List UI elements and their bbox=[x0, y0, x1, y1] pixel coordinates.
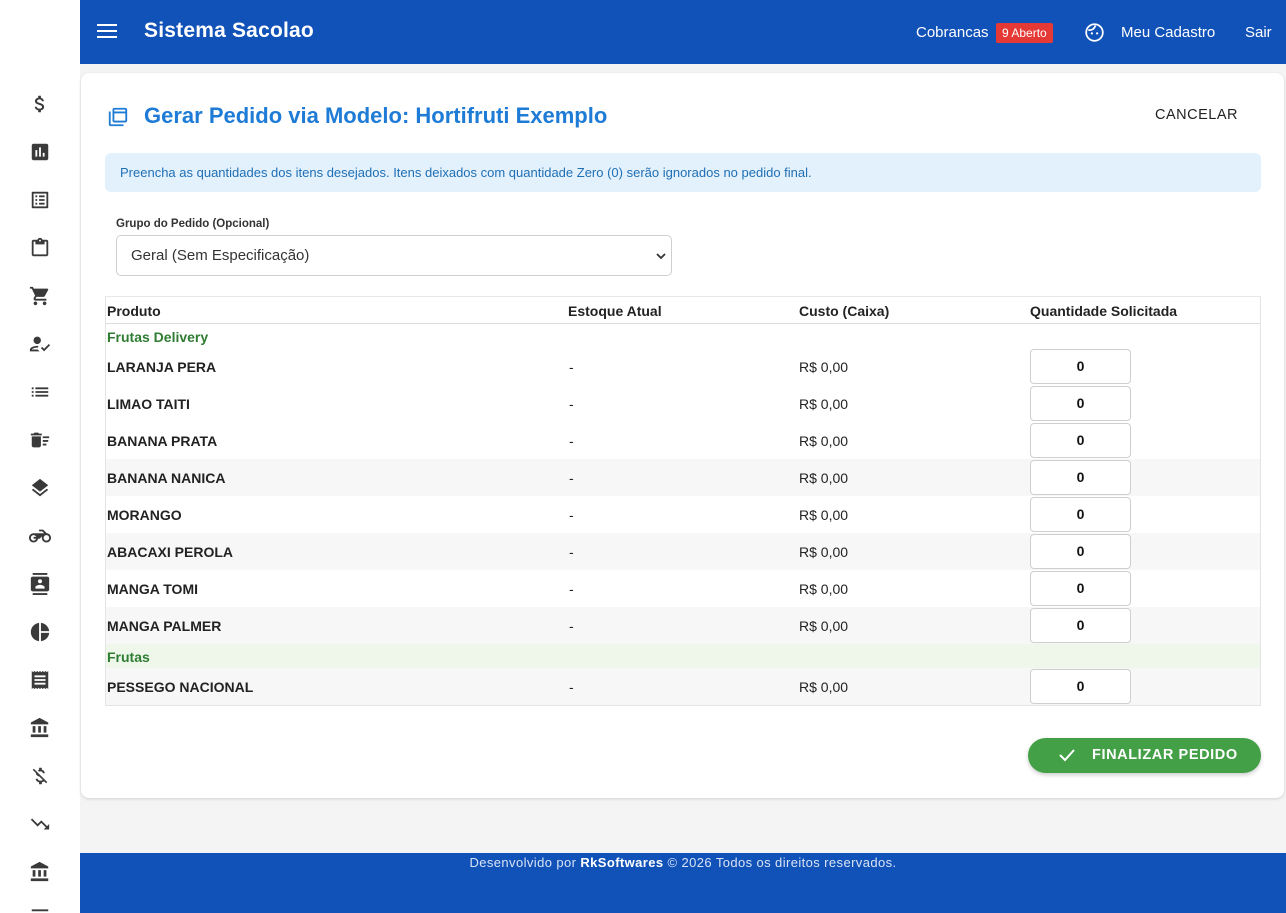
logout-link[interactable]: Sair bbox=[1245, 24, 1272, 41]
table-header: Produto Estoque Atual Custo (Caixa) Quan… bbox=[106, 297, 1260, 324]
sidebar bbox=[0, 0, 80, 913]
product-name: LIMAO TAITI bbox=[107, 396, 190, 412]
finalize-order-button[interactable]: FINALIZAR PEDIDO bbox=[1028, 738, 1261, 773]
chevron-down-icon bbox=[656, 253, 666, 260]
group-row: Frutas bbox=[106, 644, 1260, 668]
cost-value: R$ 0,00 bbox=[799, 618, 849, 634]
quantity-input[interactable]: 0 bbox=[1030, 460, 1131, 495]
table-row: BANANA PRATA - R$ 0,00 0 bbox=[106, 422, 1260, 459]
group-label: Frutas Delivery bbox=[107, 329, 209, 345]
quantity-input[interactable]: 0 bbox=[1030, 386, 1131, 421]
stock-value: - bbox=[569, 396, 574, 412]
stock-value: - bbox=[569, 581, 574, 597]
cost-value: R$ 0,00 bbox=[799, 544, 849, 560]
product-name: BANANA NANICA bbox=[107, 470, 226, 486]
product-name: LARANJA PERA bbox=[107, 359, 217, 375]
group-select[interactable]: Geral (Sem Especificação) bbox=[116, 235, 672, 276]
info-alert: Preencha as quantidades dos itens deseja… bbox=[105, 153, 1261, 192]
delete-sweep-icon[interactable] bbox=[28, 428, 52, 452]
group-label: Frutas bbox=[107, 649, 150, 665]
table-row: ABACAXI PEROLA - R$ 0,00 0 bbox=[106, 533, 1260, 570]
quantity-input[interactable]: 0 bbox=[1030, 349, 1131, 384]
product-name: MANGA PALMER bbox=[107, 618, 222, 634]
cost-value: R$ 0,00 bbox=[799, 359, 849, 375]
group-select-value: Geral (Sem Especificação) bbox=[131, 247, 310, 264]
footer: Desenvolvido por RkSoftwares © 2026 Todo… bbox=[80, 853, 1286, 913]
bar-chart-icon[interactable] bbox=[28, 140, 52, 164]
face-icon[interactable] bbox=[1084, 22, 1105, 43]
user-check-icon[interactable] bbox=[28, 332, 52, 356]
cost-value: R$ 0,00 bbox=[799, 433, 849, 449]
contact-card-icon[interactable] bbox=[28, 572, 52, 596]
quantity-input[interactable]: 0 bbox=[1030, 534, 1131, 569]
money-off-icon[interactable] bbox=[28, 764, 52, 788]
order-card: Gerar Pedido via Modelo: Hortifruti Exem… bbox=[81, 73, 1284, 798]
menu-icon[interactable] bbox=[95, 21, 119, 43]
pie-chart-icon[interactable] bbox=[28, 620, 52, 644]
receipt-list-icon[interactable] bbox=[28, 188, 52, 212]
cost-value: R$ 0,00 bbox=[799, 470, 849, 486]
list-icon-partial[interactable] bbox=[28, 902, 52, 913]
cost-value: R$ 0,00 bbox=[799, 507, 849, 523]
page-title: Gerar Pedido via Modelo: Hortifruti Exem… bbox=[144, 103, 608, 128]
cobrancas-link[interactable]: Cobrancas bbox=[916, 24, 989, 41]
stock-value: - bbox=[569, 359, 574, 375]
layers-icon[interactable] bbox=[28, 476, 52, 500]
stock-value: - bbox=[569, 544, 574, 560]
shopping-cart-icon[interactable] bbox=[28, 284, 52, 308]
check-icon bbox=[1059, 749, 1075, 762]
header-custo: Custo (Caixa) bbox=[799, 303, 890, 319]
table-row: MANGA PALMER - R$ 0,00 0 bbox=[106, 607, 1260, 644]
trending-down-icon[interactable] bbox=[28, 812, 52, 836]
stock-value: - bbox=[569, 618, 574, 634]
quantity-input[interactable]: 0 bbox=[1030, 497, 1131, 532]
header-produto: Produto bbox=[107, 303, 161, 319]
table-row: MORANGO - R$ 0,00 0 bbox=[106, 496, 1260, 533]
receipt-icon[interactable] bbox=[28, 668, 52, 692]
bank-icon[interactable] bbox=[28, 716, 52, 740]
footer-company: RkSoftwares bbox=[580, 855, 664, 870]
table-row: MANGA TOMI - R$ 0,00 0 bbox=[106, 570, 1260, 607]
dollar-icon[interactable] bbox=[28, 92, 52, 116]
clipboard-icon[interactable] bbox=[28, 236, 52, 260]
quantity-input[interactable]: 0 bbox=[1030, 669, 1131, 704]
quantity-input[interactable]: 0 bbox=[1030, 423, 1131, 458]
footer-prefix: Desenvolvido por bbox=[469, 855, 577, 870]
quantity-input[interactable]: 0 bbox=[1030, 608, 1131, 643]
cobrancas-badge: 9 Aberto bbox=[996, 23, 1053, 43]
items-table: Produto Estoque Atual Custo (Caixa) Quan… bbox=[105, 296, 1261, 706]
table-row: LIMAO TAITI - R$ 0,00 0 bbox=[106, 385, 1260, 422]
stock-value: - bbox=[569, 433, 574, 449]
product-name: PESSEGO NACIONAL bbox=[107, 679, 254, 695]
header-estoque: Estoque Atual bbox=[568, 303, 662, 319]
profile-link[interactable]: Meu Cadastro bbox=[1121, 24, 1215, 41]
group-select-label: Grupo do Pedido (Opcional) bbox=[116, 218, 270, 230]
motorcycle-icon[interactable] bbox=[28, 524, 52, 548]
bank-icon-2[interactable] bbox=[28, 860, 52, 884]
cancel-button[interactable]: CANCELAR bbox=[1155, 107, 1238, 123]
cost-value: R$ 0,00 bbox=[799, 679, 849, 695]
cost-value: R$ 0,00 bbox=[799, 396, 849, 412]
stock-value: - bbox=[569, 470, 574, 486]
library-add-icon bbox=[108, 107, 128, 127]
product-name: ABACAXI PEROLA bbox=[107, 544, 234, 560]
stock-value: - bbox=[569, 679, 574, 695]
table-row: PESSEGO NACIONAL - R$ 0,00 0 bbox=[106, 668, 1260, 705]
header-quantidade: Quantidade Solicitada bbox=[1030, 303, 1178, 319]
stock-value: - bbox=[569, 507, 574, 523]
quantity-input[interactable]: 0 bbox=[1030, 571, 1131, 606]
product-name: BANANA PRATA bbox=[107, 433, 218, 449]
footer-suffix: © 2026 Todos os direitos reservados. bbox=[667, 855, 897, 870]
table-row: BANANA NANICA - R$ 0,00 0 bbox=[106, 459, 1260, 496]
table-row: LARANJA PERA - R$ 0,00 0 bbox=[106, 348, 1260, 385]
cost-value: R$ 0,00 bbox=[799, 581, 849, 597]
app-title: Sistema Sacolao bbox=[144, 19, 314, 42]
list-icon[interactable] bbox=[28, 380, 52, 404]
product-name: MORANGO bbox=[107, 507, 182, 523]
product-name: MANGA TOMI bbox=[107, 581, 198, 597]
top-app-bar: Sistema Sacolao Cobrancas 9 Aberto Meu C… bbox=[80, 0, 1286, 64]
footer-text: Desenvolvido por RkSoftwares © 2026 Todo… bbox=[80, 855, 1286, 870]
group-row: Frutas Delivery bbox=[106, 324, 1260, 348]
finalize-order-label: FINALIZAR PEDIDO bbox=[1092, 747, 1238, 763]
